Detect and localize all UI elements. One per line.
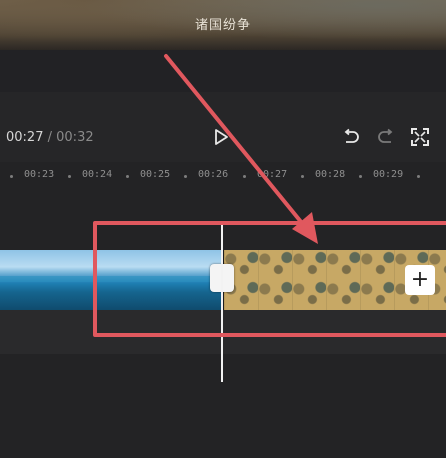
ruler-dot [184, 175, 187, 178]
annotation-highlight-box [93, 221, 446, 337]
video-preview[interactable]: 诸国纷争 [0, 0, 446, 50]
preview-subtitle: 诸国纷争 [194, 18, 251, 33]
ruler-dot [68, 175, 71, 178]
ruler-dot [417, 175, 420, 178]
play-icon[interactable] [212, 128, 230, 146]
ruler-label: 00:23 [24, 169, 55, 180]
ruler-dot [243, 175, 246, 178]
ruler-label: 00:25 [140, 169, 171, 180]
time-display: 00:27 / 00:32 [6, 130, 94, 145]
undo-icon[interactable] [342, 128, 360, 146]
playback-controls [0, 92, 446, 162]
ruler-dot [10, 175, 13, 178]
total-time: 00:32 [56, 130, 94, 145]
ruler-label: 00:27 [257, 169, 288, 180]
ruler-dot [301, 175, 304, 178]
ruler-label: 00:29 [373, 169, 404, 180]
current-time: 00:27 [6, 130, 44, 145]
fullscreen-icon[interactable] [410, 127, 430, 147]
time-separator: / [47, 130, 52, 145]
ruler-dot [359, 175, 362, 178]
redo-icon[interactable] [377, 128, 395, 146]
ruler-dot [126, 175, 129, 178]
preview-gap [0, 50, 446, 92]
ruler-label: 00:24 [82, 169, 113, 180]
ruler-label: 00:28 [315, 169, 346, 180]
ruler-label: 00:26 [198, 169, 229, 180]
